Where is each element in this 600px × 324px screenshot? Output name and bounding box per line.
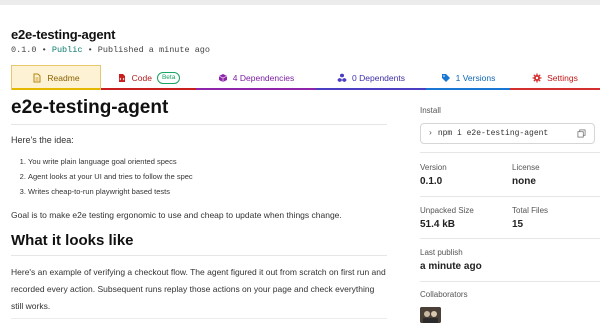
tab-underline bbox=[510, 88, 600, 90]
visibility-label: Public bbox=[51, 45, 83, 55]
divider bbox=[420, 196, 600, 197]
tab-versions[interactable]: 1 Versions bbox=[426, 65, 510, 90]
cube-icon bbox=[218, 73, 227, 82]
meta-separator: • bbox=[87, 45, 93, 55]
divider bbox=[11, 124, 387, 125]
copy-icon[interactable] bbox=[577, 129, 586, 138]
install-command-box[interactable]: › npm i e2e-testing-agent bbox=[420, 123, 595, 144]
total-files-label: Total Files bbox=[512, 206, 549, 215]
tab-underline bbox=[316, 88, 426, 90]
package-meta: 0.1.0 • Public • Published a minute ago bbox=[11, 45, 210, 55]
cubes-icon bbox=[337, 73, 347, 82]
install-command: npm i e2e-testing-agent bbox=[437, 129, 549, 138]
tab-label: 0 Dependents bbox=[352, 72, 405, 83]
readme-title: e2e-testing-agent bbox=[11, 97, 169, 118]
divider bbox=[420, 152, 600, 153]
license-label: License bbox=[512, 163, 540, 172]
tag-icon bbox=[441, 73, 450, 82]
tab-underline bbox=[196, 88, 316, 90]
list-item: You write plain language goal oriented s… bbox=[28, 157, 193, 166]
list-item: Writes cheap-to-run playwright based tes… bbox=[28, 187, 193, 196]
divider bbox=[11, 255, 387, 256]
version-label: Version bbox=[420, 163, 447, 172]
collaborators-label: Collaborators bbox=[420, 290, 468, 299]
tab-code[interactable]: Code Beta bbox=[101, 65, 196, 90]
beta-badge: Beta bbox=[156, 71, 181, 84]
avatar-image bbox=[420, 307, 441, 323]
readme-example: Here's an example of verifying a checkou… bbox=[11, 267, 386, 311]
tab-label: Readme bbox=[47, 73, 80, 83]
media-frame-edge bbox=[11, 318, 387, 324]
last-publish-label: Last publish bbox=[420, 248, 463, 257]
chevron-right-icon: › bbox=[428, 129, 433, 138]
tab-label: 1 Versions bbox=[455, 72, 496, 83]
code-file-icon bbox=[118, 73, 125, 82]
top-header-band bbox=[0, 0, 600, 5]
list-item: Agent looks at your UI and tries to foll… bbox=[28, 172, 193, 181]
package-title: e2e-testing-agent bbox=[11, 27, 116, 42]
install-label: Install bbox=[420, 106, 441, 115]
section-heading: What it looks like bbox=[11, 232, 134, 249]
tab-underline bbox=[426, 88, 510, 90]
tab-label: Settings bbox=[547, 72, 578, 83]
tab-underline bbox=[101, 88, 196, 90]
unpacked-size-label: Unpacked Size bbox=[420, 206, 474, 215]
file-text-icon bbox=[33, 73, 41, 83]
readme-goal: Goal is to make e2e testing ergonomic to… bbox=[11, 210, 342, 220]
package-version: 0.1.0 bbox=[11, 45, 37, 55]
package-tabs: Readme Code Beta 4 Dependencies 0 Depend… bbox=[11, 65, 600, 90]
tab-dependencies[interactable]: 4 Dependencies bbox=[196, 65, 316, 90]
divider bbox=[420, 238, 600, 239]
steps-list: You write plain language goal oriented s… bbox=[11, 157, 193, 202]
divider bbox=[420, 281, 600, 282]
last-publish-value: a minute ago bbox=[420, 261, 482, 272]
tab-settings[interactable]: Settings bbox=[510, 65, 600, 90]
license-value: none bbox=[512, 176, 536, 187]
readme-intro: Here's the idea: bbox=[11, 135, 74, 145]
tab-label: 4 Dependencies bbox=[232, 72, 295, 83]
tab-dependents[interactable]: 0 Dependents bbox=[316, 65, 426, 90]
total-files-value: 15 bbox=[512, 219, 524, 230]
published-time: Published a minute ago bbox=[97, 45, 210, 55]
tab-label: Code bbox=[131, 72, 152, 83]
tab-underline bbox=[12, 88, 100, 90]
gear-icon bbox=[532, 73, 542, 82]
avatar[interactable] bbox=[420, 307, 441, 323]
tab-readme[interactable]: Readme bbox=[11, 65, 101, 90]
meta-separator: • bbox=[41, 45, 47, 55]
unpacked-size-value: 51.4 kB bbox=[420, 219, 456, 230]
version-value: 0.1.0 bbox=[420, 176, 443, 187]
